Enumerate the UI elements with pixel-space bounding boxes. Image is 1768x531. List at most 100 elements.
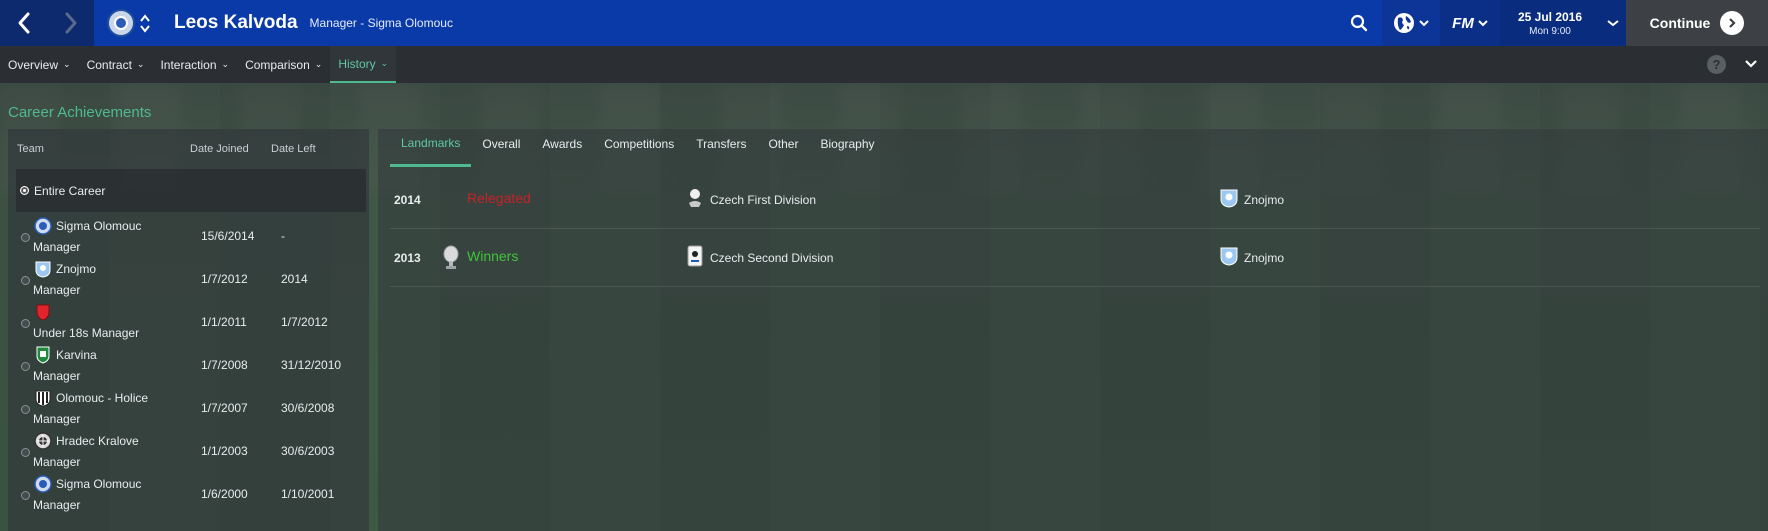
chevron-down-icon: ⌄ [136, 59, 145, 69]
date-left: 30/6/2003 [281, 444, 335, 458]
team-role: Manager [33, 412, 81, 426]
tab-overview[interactable]: Overview ⌄ [0, 46, 79, 83]
tab-transfers[interactable]: Transfers [685, 129, 757, 167]
sigma-crest-icon [34, 475, 52, 493]
column-header-team[interactable]: Team [8, 143, 190, 155]
competition-name[interactable]: Czech First Division [710, 193, 816, 207]
tab-other[interactable]: Other [757, 129, 809, 167]
table-row[interactable]: Sigma Olomouc Manager 15/6/2014 - [8, 215, 369, 258]
table-row[interactable]: Karvina Manager 1/7/2008 31/12/2010 [8, 344, 369, 387]
date-joined: 1/7/2008 [201, 358, 248, 372]
club-switcher[interactable] [139, 13, 151, 33]
top-bar: Leos Kalvoda Manager - Sigma Olomouc FM … [0, 0, 1768, 46]
fm-logo: FM [1452, 14, 1474, 32]
fm-menu-button[interactable]: FM [1440, 0, 1500, 46]
tab-interaction[interactable]: Interaction ⌄ [152, 46, 237, 83]
date-left: 1/10/2001 [281, 487, 335, 501]
search-button[interactable] [1336, 0, 1382, 46]
tab-landmarks[interactable]: Landmarks [390, 129, 472, 167]
achievements-panel: Landmarks Overall Awards Competitions Tr… [378, 129, 1768, 531]
tab-contract[interactable]: Contract ⌄ [79, 46, 153, 83]
list-item[interactable]: 2014 Relegated Czech First Division Znoj… [390, 171, 1760, 229]
forward-arrow-icon [65, 12, 76, 34]
column-header-date-joined[interactable]: Date Joined [190, 143, 271, 155]
list-item[interactable]: 2013 Winners Czech Second Division Znojm… [390, 229, 1760, 287]
tab-history[interactable]: History ⌄ [330, 46, 397, 83]
world-menu-button[interactable] [1382, 0, 1440, 46]
achievement-year: 2013 [394, 251, 421, 265]
radio-icon[interactable] [21, 362, 30, 371]
radio-icon[interactable] [21, 233, 30, 242]
date-display[interactable]: 25 Jul 2016 Mon 9:00 [1500, 0, 1600, 46]
team-name[interactable]: Sigma Olomouc [56, 219, 141, 233]
career-table-header: Team Date Joined Date Left [8, 129, 369, 169]
chevron-down-icon[interactable] [1744, 57, 1758, 71]
table-row[interactable]: Olomouc - Holice Manager 1/7/2007 30/6/2… [8, 387, 369, 430]
team-name[interactable]: Hradec Kralove [56, 434, 139, 448]
team-role: Manager [33, 283, 81, 297]
znojmo-crest-icon [35, 261, 51, 278]
date-left: 1/7/2012 [281, 315, 328, 329]
date-joined: 1/7/2007 [201, 401, 248, 415]
date-joined: 1/1/2011 [201, 315, 247, 329]
tab-biography[interactable]: Biography [809, 129, 885, 167]
date-joined: 1/7/2012 [201, 272, 248, 286]
team-name[interactable]: Olomouc - Holice [56, 391, 148, 405]
chevron-down-icon: ⌄ [314, 59, 323, 69]
date-left: - [281, 229, 285, 243]
continue-button[interactable]: Continue [1626, 0, 1768, 46]
team-name[interactable]: Znojmo [56, 262, 96, 276]
znojmo-crest-icon [1220, 247, 1238, 266]
team-name[interactable]: Karvina [56, 348, 97, 362]
back-button[interactable] [0, 0, 47, 46]
radio-icon[interactable] [21, 448, 30, 457]
table-row[interactable]: Znojmo Manager 1/7/2012 2014 [8, 258, 369, 301]
chevron-down-icon [140, 24, 150, 33]
tab-overview-label: Overview [8, 57, 59, 72]
date-left: 2014 [281, 272, 308, 286]
tab-comparison[interactable]: Comparison ⌄ [237, 46, 330, 83]
club-name[interactable]: Znojmo [1244, 193, 1284, 207]
chevron-down-icon: ⌄ [380, 58, 389, 68]
table-row[interactable]: Hradec Kralove Manager 1/1/2003 30/6/200… [8, 430, 369, 473]
radio-icon[interactable] [21, 405, 30, 414]
page-subtitle: Manager - Sigma Olomouc [309, 16, 453, 30]
radio-icon[interactable] [21, 276, 30, 285]
forward-button[interactable] [47, 0, 94, 46]
current-time: Mon 9:00 [1529, 25, 1571, 37]
tab-interaction-label: Interaction [160, 57, 217, 72]
date-left: 30/6/2008 [281, 401, 335, 415]
hradec-crest-icon [34, 432, 52, 450]
tab-overall[interactable]: Overall [471, 129, 531, 167]
continue-label: Continue [1649, 15, 1711, 31]
team-role: Manager [33, 240, 81, 254]
znojmo-crest-icon [1220, 189, 1238, 208]
chevron-up-icon [140, 13, 150, 22]
date-dropdown-button[interactable] [1600, 0, 1626, 46]
chevron-down-icon: ⌄ [63, 59, 71, 69]
table-row[interactable]: Sigma Olomouc Manager 1/6/2000 1/10/2001 [8, 473, 369, 516]
radio-icon[interactable] [21, 491, 30, 500]
radio-icon[interactable] [21, 319, 30, 328]
help-icon[interactable]: ? [1707, 55, 1726, 74]
entire-career-row[interactable]: Entire Career [16, 169, 366, 212]
chevron-down-icon [1419, 20, 1429, 27]
column-header-date-left[interactable]: Date Left [271, 143, 351, 155]
tab-history-label: History [338, 56, 376, 71]
competition-name[interactable]: Czech Second Division [710, 251, 833, 265]
date-joined: 15/6/2014 [201, 229, 255, 243]
radio-selected-icon[interactable] [20, 186, 29, 195]
tab-competitions[interactable]: Competitions [593, 129, 685, 167]
table-row[interactable]: Under 18s Manager 1/1/2011 1/7/2012 [8, 301, 369, 344]
club-name[interactable]: Znojmo [1244, 251, 1284, 265]
team-name[interactable]: Sigma Olomouc [56, 477, 141, 491]
club-badge-area[interactable] [94, 0, 164, 46]
achievement-type: Winners [467, 248, 519, 264]
career-list: Entire Career Sigma Olomouc Manager 15/6… [8, 169, 369, 516]
achievement-type: Relegated [467, 190, 531, 206]
page-title-area: Leos Kalvoda Manager - Sigma Olomouc [164, 0, 1336, 46]
sub-navigation: Overview ⌄ Contract ⌄ Interaction ⌄ Compari… [0, 46, 1768, 83]
tab-awards[interactable]: Awards [531, 129, 593, 167]
chevron-down-icon: ⌄ [221, 59, 230, 69]
chevron-down-icon [1607, 20, 1619, 27]
